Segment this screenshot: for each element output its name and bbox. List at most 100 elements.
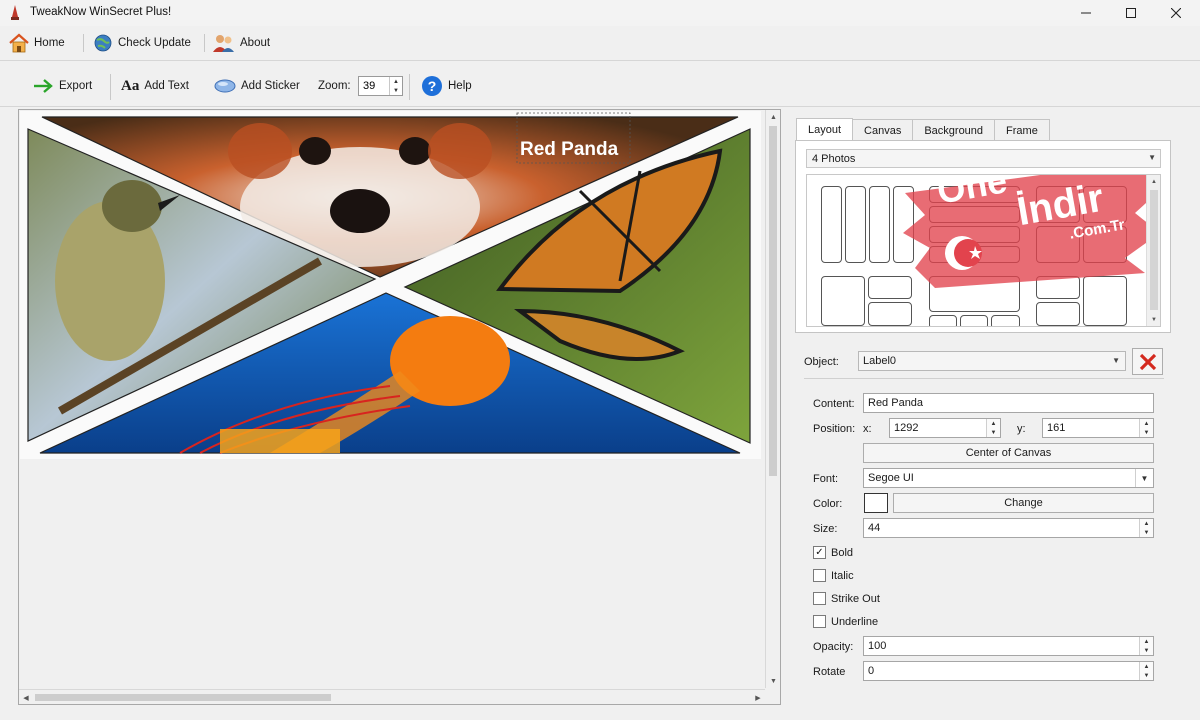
y-label: y: <box>1017 423 1026 435</box>
horizontal-scroll-thumb[interactable] <box>35 694 331 701</box>
canvas-text-label[interactable]: Red Panda <box>520 139 618 161</box>
spin-down-icon[interactable]: ▼ <box>1140 671 1153 680</box>
spin-up-icon[interactable]: ▲ <box>1140 662 1153 671</box>
layout-template[interactable] <box>821 186 842 263</box>
canvas-area[interactable]: Red Panda ▲ ▼ ◀ ▶ <box>18 109 781 705</box>
home-icon <box>9 33 29 53</box>
spin-up-icon[interactable]: ▲ <box>1140 519 1153 528</box>
x-spin-buttons[interactable]: ▲ ▼ <box>986 419 1000 437</box>
rotate-spin-buttons[interactable]: ▲ ▼ <box>1139 662 1153 680</box>
users-icon <box>213 35 234 52</box>
color-swatch[interactable] <box>864 493 888 513</box>
y-spin-buttons[interactable]: ▲ ▼ <box>1139 419 1153 437</box>
add-text-label: Add Text <box>144 80 189 92</box>
photo-collage[interactable]: Red Panda <box>20 111 761 459</box>
about-menu-item[interactable]: About <box>212 30 270 56</box>
minimize-button[interactable] <box>1063 0 1109 26</box>
zoom-spinner[interactable]: ▲ ▼ <box>358 76 403 96</box>
about-label: About <box>240 37 271 49</box>
rotate-input[interactable]: 0 ▲ ▼ <box>863 661 1154 681</box>
layout-template[interactable] <box>868 302 912 326</box>
check-update-menu-item[interactable]: Check Update <box>92 30 191 56</box>
chevron-down-icon[interactable]: ▼ <box>1135 469 1153 487</box>
center-of-canvas-button[interactable]: Center of Canvas <box>863 443 1154 463</box>
spin-up-icon[interactable]: ▲ <box>390 77 402 86</box>
vertical-scroll-thumb[interactable] <box>769 126 777 476</box>
font-label: Font: <box>813 473 839 485</box>
scroll-down-icon[interactable]: ▼ <box>766 674 781 688</box>
layout-template[interactable] <box>1036 302 1080 326</box>
spin-down-icon[interactable]: ▼ <box>1140 646 1153 655</box>
app-window: TweakNow WinSecret Plus! Home Check Upda… <box>0 0 1200 720</box>
layout-template[interactable] <box>960 315 988 326</box>
help-button[interactable]: ? Help <box>421 74 472 98</box>
sticker-bubble-icon <box>214 79 236 93</box>
add-text-button[interactable]: Aa Add Text <box>121 74 189 98</box>
add-sticker-button[interactable]: Add Sticker <box>214 74 300 98</box>
size-input[interactable]: 44 ▲ ▼ <box>863 518 1154 538</box>
close-button[interactable] <box>1153 0 1199 26</box>
size-spin-buttons[interactable]: ▲ ▼ <box>1139 519 1153 537</box>
position-label: Position: <box>813 423 856 435</box>
scroll-up-icon[interactable]: ▲ <box>1147 175 1160 188</box>
delete-object-button[interactable] <box>1132 348 1163 375</box>
spin-up-icon[interactable]: ▲ <box>1140 637 1153 646</box>
position-y-input[interactable]: 161 ▲ ▼ <box>1042 418 1154 438</box>
layout-template[interactable] <box>929 315 957 326</box>
canvas-horizontal-scrollbar[interactable]: ◀ ▶ <box>19 689 765 704</box>
canvas-vertical-scrollbar[interactable]: ▲ ▼ <box>765 110 780 688</box>
spin-down-icon[interactable]: ▼ <box>1140 528 1153 537</box>
help-label: Help <box>448 80 472 92</box>
scroll-down-icon[interactable]: ▼ <box>1147 313 1160 326</box>
layout-scroll-thumb[interactable] <box>1150 190 1158 310</box>
export-button[interactable]: Export <box>32 74 92 98</box>
layout-template[interactable] <box>869 186 890 263</box>
spin-up-icon[interactable]: ▲ <box>1140 419 1153 428</box>
object-select[interactable]: Label0 ▼ <box>858 351 1126 371</box>
zoom-spin-buttons[interactable]: ▲ ▼ <box>389 77 402 95</box>
strike-out-checkbox[interactable] <box>813 592 826 605</box>
opacity-spin-buttons[interactable]: ▲ ▼ <box>1139 637 1153 655</box>
app-logo-icon <box>11 5 19 20</box>
font-select[interactable]: Segoe UI ▼ <box>863 468 1154 488</box>
change-color-button[interactable]: Change <box>893 493 1154 513</box>
x-label: x: <box>863 423 872 435</box>
zoom-label: Zoom: <box>318 80 351 92</box>
size-label: Size: <box>813 523 838 535</box>
menu-separator <box>83 34 84 52</box>
check-update-label: Check Update <box>118 37 191 49</box>
scroll-up-icon[interactable]: ▲ <box>766 110 781 124</box>
spin-down-icon[interactable]: ▼ <box>1140 428 1153 437</box>
scroll-right-icon[interactable]: ▶ <box>751 690 765 705</box>
bold-checkbox[interactable]: ✓ <box>813 546 826 559</box>
close-icon <box>1171 8 1181 18</box>
underline-checkbox[interactable] <box>813 615 826 628</box>
content-input[interactable]: Red Panda <box>863 393 1154 413</box>
layout-list-scrollbar[interactable]: ▲ ▼ <box>1146 175 1160 326</box>
toolbar-separator <box>110 74 111 100</box>
layout-count-select[interactable]: 4 Photos ▼ <box>806 149 1161 168</box>
spin-up-icon[interactable]: ▲ <box>987 419 1000 428</box>
position-x-value: 1292 <box>894 422 919 434</box>
scroll-left-icon[interactable]: ◀ <box>19 690 33 705</box>
tab-background[interactable]: Background <box>912 119 996 141</box>
layout-template[interactable] <box>991 315 1020 326</box>
italic-checkbox[interactable] <box>813 569 826 582</box>
layout-templates-list[interactable]: One İndir .Com.Tr ▲ ▼ <box>806 174 1161 327</box>
toolbar-divider <box>0 106 1200 107</box>
text-aa-icon: Aa <box>121 77 140 94</box>
maximize-button[interactable] <box>1108 0 1154 26</box>
home-menu-item[interactable]: Home <box>8 30 65 56</box>
position-x-input[interactable]: 1292 ▲ ▼ <box>889 418 1001 438</box>
layout-template[interactable] <box>821 276 865 326</box>
tab-canvas[interactable]: Canvas <box>852 119 914 141</box>
menu-divider <box>0 60 1200 61</box>
tab-layout[interactable]: Layout <box>796 118 854 141</box>
tab-frame[interactable]: Frame <box>994 119 1050 141</box>
zoom-input[interactable] <box>359 77 389 95</box>
spin-down-icon[interactable]: ▼ <box>390 86 402 95</box>
opacity-input[interactable]: 100 ▲ ▼ <box>863 636 1154 656</box>
menu-bar: Home Check Update About <box>0 28 1200 58</box>
layout-template[interactable] <box>845 186 866 263</box>
spin-down-icon[interactable]: ▼ <box>987 428 1000 437</box>
